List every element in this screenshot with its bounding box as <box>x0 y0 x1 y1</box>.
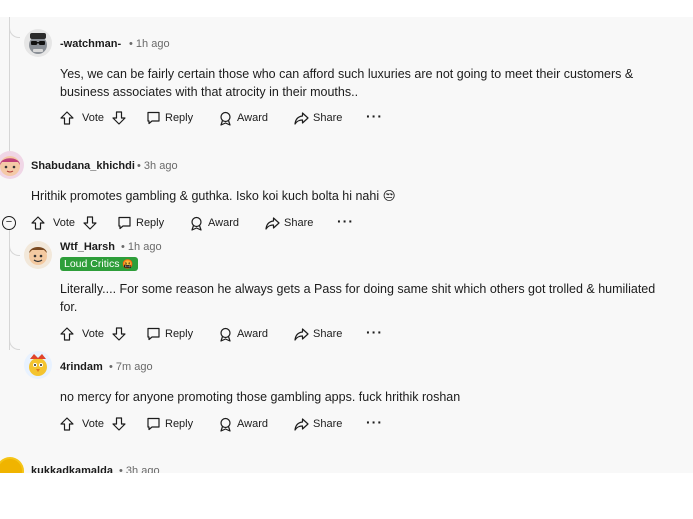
award-label: Award <box>237 418 268 430</box>
share-arrow-icon <box>294 328 309 341</box>
comment-body: no mercy for anyone promoting those gamb… <box>60 390 461 404</box>
reply-label: Reply <box>136 217 165 229</box>
reply-label: Reply <box>165 418 194 430</box>
reply-label: Reply <box>165 112 194 124</box>
sunglasses-avatar-icon[interactable] <box>24 29 52 57</box>
reply-button[interactable]: Reply <box>146 109 193 127</box>
award-icon <box>191 216 202 231</box>
share-label: Share <box>313 418 343 430</box>
comment-body: Hrithik promotes gambling & guthka. Isko… <box>31 189 396 203</box>
vote-label: Vote <box>82 418 105 430</box>
reply-bubble-icon <box>147 111 160 125</box>
comment-author[interactable]: Shabudana_khichdi <box>31 160 135 172</box>
comment-author[interactable]: 4rindam <box>60 361 103 373</box>
comment-timestamp: • 3h ago <box>137 160 178 172</box>
share-button[interactable]: Share <box>294 109 342 127</box>
downvote-arrow-icon[interactable] <box>112 327 126 341</box>
comment-timestamp: • 1h ago <box>129 38 170 50</box>
thread-elbow <box>9 337 20 350</box>
share-label: Share <box>284 217 314 229</box>
award-button[interactable]: Award <box>218 415 268 433</box>
reply-button[interactable]: Reply <box>146 415 193 433</box>
comment-author[interactable]: kukkadkamalda <box>31 465 113 473</box>
share-arrow-icon <box>294 418 309 431</box>
share-arrow-icon <box>294 112 309 125</box>
reply-bubble-icon <box>147 327 160 341</box>
downvote-arrow-icon[interactable] <box>112 417 126 431</box>
comment-author[interactable]: Wtf_Harsh <box>60 241 115 253</box>
share-button[interactable]: Share <box>294 415 342 433</box>
vote-label: Vote <box>82 328 105 340</box>
upvote-arrow-icon[interactable] <box>60 111 74 125</box>
award-icon <box>220 417 231 432</box>
share-label: Share <box>313 328 343 340</box>
reply-label: Reply <box>165 328 194 340</box>
face-avatar-icon[interactable] <box>24 241 52 269</box>
reply-bubble-icon <box>118 216 131 230</box>
more-options-icon[interactable]: ··· <box>366 324 383 340</box>
share-label: Share <box>313 112 343 124</box>
top-cutoff-area <box>0 0 693 17</box>
reply-bubble-icon <box>147 417 160 431</box>
comments-panel: -watchman- • 1h ago Yes, we can be fairl… <box>0 17 693 473</box>
flair-emoji-icon: 🤬 <box>122 259 134 269</box>
reply-button[interactable]: Reply <box>146 325 193 343</box>
user-flair: Loud Critics 🤬 <box>60 257 138 271</box>
award-label: Award <box>237 328 268 340</box>
award-button[interactable]: Award <box>218 325 268 343</box>
award-button[interactable]: Award <box>189 214 239 232</box>
share-arrow-icon <box>265 217 280 230</box>
upvote-arrow-icon[interactable] <box>60 327 74 341</box>
more-options-icon[interactable]: ··· <box>366 108 383 124</box>
thread-elbow <box>9 25 20 38</box>
more-options-icon[interactable]: ··· <box>337 213 354 229</box>
award-icon <box>220 327 231 342</box>
comment-body: Literally.... For some reason he always … <box>60 282 656 314</box>
collapse-thread-button[interactable]: − <box>2 216 16 230</box>
share-button[interactable]: Share <box>265 214 313 232</box>
upvote-arrow-icon[interactable] <box>31 216 45 230</box>
reply-button[interactable]: Reply <box>117 214 164 232</box>
more-options-icon[interactable]: ··· <box>366 414 383 430</box>
vote-group: Vote <box>60 415 126 433</box>
vote-label: Vote <box>53 217 76 229</box>
share-button[interactable]: Share <box>294 325 342 343</box>
comment-body: Yes, we can be fairly certain those who … <box>60 67 634 99</box>
downvote-arrow-icon[interactable] <box>112 111 126 125</box>
comment-timestamp: • 3h ago <box>119 465 160 473</box>
downvote-arrow-icon[interactable] <box>83 216 97 230</box>
yellow-avatar-icon[interactable] <box>0 457 24 473</box>
vote-group: Vote <box>60 109 126 127</box>
award-label: Award <box>237 112 268 124</box>
thread-line <box>9 17 10 157</box>
vote-group: Vote <box>31 214 97 232</box>
award-label: Award <box>208 217 239 229</box>
vote-label: Vote <box>82 112 105 124</box>
award-button[interactable]: Award <box>218 109 268 127</box>
comment-timestamp: • 1h ago <box>121 241 162 253</box>
girl-avatar-icon[interactable] <box>0 151 24 179</box>
bird-avatar-icon[interactable] <box>24 351 52 379</box>
comment-timestamp: • 7m ago <box>109 361 153 373</box>
thread-elbow <box>9 243 20 256</box>
upvote-arrow-icon[interactable] <box>60 417 74 431</box>
award-icon <box>220 111 231 126</box>
comment-author[interactable]: -watchman- <box>60 38 121 50</box>
vote-group: Vote <box>60 325 126 343</box>
